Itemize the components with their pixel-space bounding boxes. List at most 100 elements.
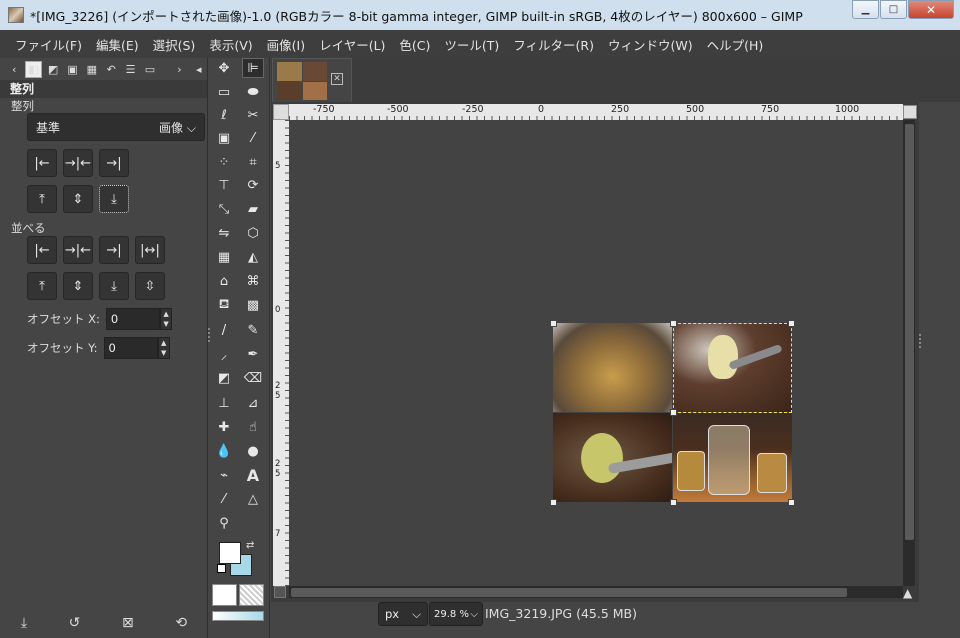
offset-x-spinbox[interactable]: 0 ▲ ▼ bbox=[105, 308, 172, 330]
zoom-value[interactable]: 29.8 % bbox=[434, 609, 469, 620]
scale-tool-icon[interactable]: ⤡ bbox=[213, 199, 235, 219]
layers-tab-icon[interactable]: ☰ bbox=[122, 61, 138, 78]
perspective-clone-tool-icon[interactable]: ⊿ bbox=[242, 393, 264, 413]
align-tool-icon[interactable]: ⊫ bbox=[242, 58, 264, 78]
heal-tool-icon[interactable]: ✚ bbox=[213, 417, 235, 437]
eraser-tool-icon[interactable]: ⌫ bbox=[242, 368, 264, 388]
bucket-fill-tool-icon[interactable]: ⛾ bbox=[213, 295, 235, 315]
color-picker-tool-icon[interactable]: ⁄ bbox=[213, 489, 235, 509]
increment-icon[interactable]: ▲ bbox=[159, 338, 169, 348]
zoom-tool-icon[interactable]: ⚲ bbox=[213, 513, 235, 533]
device-status-tab-icon[interactable]: ◩ bbox=[45, 61, 61, 78]
clone-tool-icon[interactable]: ⊥ bbox=[213, 393, 235, 413]
corner-handle[interactable] bbox=[670, 499, 677, 506]
swap-colors-icon[interactable]: ⇄ bbox=[246, 540, 254, 551]
rect-select-tool-icon[interactable]: ▭ bbox=[213, 82, 235, 102]
airbrush-tool-icon[interactable]: ⸝ bbox=[213, 344, 235, 364]
vertical-ruler[interactable]: 5 0 2 5 2 5 7 bbox=[273, 120, 289, 586]
distribute-left-button[interactable]: |← bbox=[27, 236, 57, 264]
distribute-v-spacing-button[interactable]: ⇳ bbox=[135, 272, 165, 300]
canvas-viewport[interactable] bbox=[289, 120, 903, 586]
perspective-tool-icon[interactable]: ⬡ bbox=[242, 223, 264, 243]
pattern-tab-icon[interactable]: ▦ bbox=[84, 61, 100, 78]
lasso-tool-icon[interactable]: ℓ bbox=[213, 105, 235, 125]
decrement-icon[interactable]: ▼ bbox=[159, 348, 169, 358]
dodge-burn-tool-icon[interactable]: ● bbox=[242, 441, 264, 461]
corner-handle[interactable] bbox=[550, 499, 557, 506]
chevron-left-icon[interactable]: ‹ bbox=[6, 61, 22, 78]
corner-handle[interactable] bbox=[788, 499, 795, 506]
corner-handle[interactable] bbox=[550, 320, 557, 327]
align-center-h-button[interactable]: →|← bbox=[63, 149, 93, 177]
ellipse-select-tool-icon[interactable]: ⬬ bbox=[242, 82, 264, 102]
paintbrush-tool-icon[interactable]: / bbox=[213, 320, 235, 340]
color-select-tool-icon[interactable]: ⁘ bbox=[213, 152, 235, 172]
distribute-right-button[interactable]: →| bbox=[99, 236, 129, 264]
align-top-button[interactable]: ⤒ bbox=[27, 185, 57, 213]
menu-layer[interactable]: レイヤー(L) bbox=[312, 35, 392, 54]
horizontal-scrollbar[interactable] bbox=[289, 586, 903, 598]
maximize-button[interactable]: □ bbox=[880, 0, 907, 19]
menu-edit[interactable]: 編集(E) bbox=[89, 35, 146, 54]
pointer-toggle-icon[interactable] bbox=[274, 586, 286, 598]
offset-x-value[interactable]: 0 bbox=[105, 308, 161, 330]
move-tool-icon[interactable]: ✥ bbox=[213, 58, 235, 78]
zoom-to-fit-icon[interactable] bbox=[903, 105, 917, 119]
gradient-tool-icon[interactable]: ▩ bbox=[242, 295, 264, 315]
align-middle-v-button[interactable]: ⇕ bbox=[63, 185, 93, 213]
measure-tool-icon[interactable]: △ bbox=[242, 489, 264, 509]
blur-tool-icon[interactable]: 💧 bbox=[213, 441, 235, 461]
align-right-button[interactable]: →| bbox=[99, 149, 129, 177]
images-tab-icon[interactable]: ▣ bbox=[64, 61, 80, 78]
zoom-selector[interactable]: 29.8 % ⌵ bbox=[429, 602, 483, 626]
foreground-select-tool-icon[interactable]: ▣ bbox=[213, 128, 235, 148]
display-tab-icon[interactable]: ▭ bbox=[142, 61, 158, 78]
unified-transform-tool-icon[interactable]: ⊤ bbox=[213, 175, 235, 195]
pattern-preview[interactable] bbox=[239, 584, 264, 606]
default-colors-icon[interactable] bbox=[217, 564, 226, 573]
align-bottom-button[interactable]: ⤓ bbox=[99, 185, 129, 213]
horizontal-ruler[interactable]: -750 -500 -250 0 250 500 750 1000 bbox=[289, 104, 903, 120]
corner-handle[interactable] bbox=[670, 409, 677, 416]
menu-file[interactable]: ファイル(F) bbox=[8, 35, 89, 54]
toolbox-grip[interactable] bbox=[208, 328, 211, 342]
close-button[interactable]: ✕ bbox=[908, 0, 954, 19]
minimize-button[interactable]: ▁ bbox=[852, 0, 879, 19]
fuzzy-select-tool-icon[interactable]: ⁄ bbox=[242, 128, 264, 148]
gradient-preview[interactable] bbox=[212, 611, 264, 621]
dock-menu-icon[interactable]: ◂ bbox=[191, 61, 207, 78]
menu-image[interactable]: 画像(I) bbox=[260, 35, 312, 54]
corner-handle[interactable] bbox=[670, 320, 677, 327]
flip-tool-icon[interactable]: ⇋ bbox=[213, 223, 235, 243]
smudge-tool-icon[interactable]: ☝ bbox=[242, 417, 264, 437]
pencil-tool-icon[interactable]: ✎ bbox=[242, 320, 264, 340]
menu-filters[interactable]: フィルター(R) bbox=[506, 35, 601, 54]
delete-preset-icon[interactable]: ⊠ bbox=[122, 615, 134, 631]
ink-tool-icon[interactable]: ✒ bbox=[242, 344, 264, 364]
handle-transform-tool-icon[interactable]: ⌂ bbox=[213, 271, 235, 291]
foreground-color-swatch[interactable] bbox=[219, 542, 241, 564]
distribute-middle-v-button[interactable]: ⇕ bbox=[63, 272, 93, 300]
offset-y-value[interactable]: 0 bbox=[103, 337, 158, 359]
tool-options-tab-icon[interactable]: ◧ bbox=[25, 60, 42, 78]
reset-icon[interactable]: ⟲ bbox=[175, 615, 187, 631]
unit-selector[interactable]: px ⌵ bbox=[378, 602, 428, 626]
cage-tool-icon[interactable]: ▦ bbox=[213, 247, 235, 267]
undo-history-tab-icon[interactable]: ↶ bbox=[103, 61, 119, 78]
restore-preset-icon[interactable]: ↺ bbox=[69, 615, 81, 631]
align-left-button[interactable]: |← bbox=[27, 149, 57, 177]
menu-help[interactable]: ヘルプ(H) bbox=[700, 35, 771, 54]
brush-preview[interactable] bbox=[212, 584, 237, 606]
vertical-scrollbar[interactable] bbox=[903, 120, 915, 586]
image-canvas[interactable] bbox=[550, 320, 795, 506]
save-preset-icon[interactable]: ⤓ bbox=[21, 615, 27, 631]
close-tab-icon[interactable]: ✕ bbox=[331, 73, 343, 85]
menu-tools[interactable]: ツール(T) bbox=[437, 35, 506, 54]
decrement-icon[interactable]: ▼ bbox=[161, 319, 171, 329]
paths-tool-icon[interactable]: ⌁ bbox=[213, 465, 235, 485]
corner-handle[interactable] bbox=[788, 320, 795, 327]
menu-windows[interactable]: ウィンドウ(W) bbox=[601, 35, 700, 54]
distribute-top-button[interactable]: ⤒ bbox=[27, 272, 57, 300]
rotate-tool-icon[interactable]: ⟳ bbox=[242, 175, 264, 195]
scissors-tool-icon[interactable]: ✂ bbox=[242, 105, 264, 125]
